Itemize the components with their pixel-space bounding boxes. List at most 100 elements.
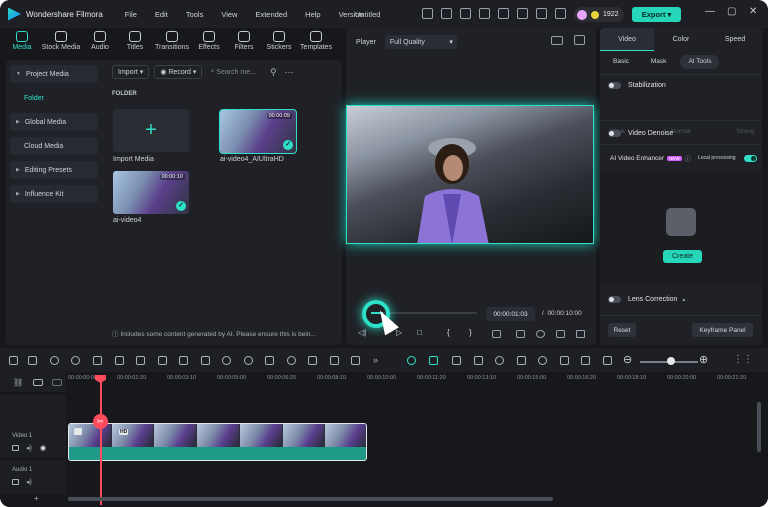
text-icon[interactable] [158, 356, 167, 365]
export-clip-icon[interactable] [603, 356, 612, 365]
tool-audio[interactable]: Audio [84, 28, 116, 58]
device-icon[interactable] [460, 8, 471, 19]
record-icon[interactable] [179, 356, 188, 365]
ai-cutout-icon[interactable] [308, 356, 317, 365]
tool-templates[interactable]: Templates [298, 28, 334, 58]
quality-dropdown[interactable]: Full Quality ▾ [384, 35, 457, 49]
stop-button[interactable]: □ [417, 328, 422, 337]
select-tool-icon[interactable] [28, 356, 37, 365]
credits-badge[interactable]: 1922 [574, 7, 624, 22]
timeline-horizontal-scrollbar[interactable] [68, 497, 553, 501]
link-icon[interactable]: ⛓ [13, 378, 23, 387]
prev-frame-button[interactable]: ◁| [358, 328, 366, 337]
display-icon[interactable] [492, 330, 501, 338]
support-icon[interactable] [536, 8, 547, 19]
media-clip-original[interactable]: 00:00:10 ✓ [113, 171, 189, 214]
camera-icon[interactable] [536, 330, 545, 338]
eye-icon[interactable]: ◉ [40, 444, 46, 452]
filter-icon[interactable]: ⚲ [270, 67, 277, 78]
subtab-ai-tools[interactable]: AI Tools [680, 55, 720, 69]
speed-icon[interactable] [222, 356, 231, 365]
mark-in-button[interactable]: { [447, 328, 450, 337]
fullscreen-icon[interactable] [576, 330, 585, 338]
subtab-mask[interactable]: Mask [643, 55, 675, 69]
shield-icon[interactable] [517, 356, 526, 365]
play-button[interactable]: ▷ [396, 328, 402, 337]
maximize-button[interactable]: ▢ [727, 6, 736, 17]
tool-filters[interactable]: Filters [228, 28, 260, 58]
local-processing-toggle[interactable] [744, 155, 757, 162]
audio-adjust-icon[interactable] [265, 356, 274, 365]
snap-icon[interactable] [429, 356, 438, 365]
stabilization-toggle[interactable] [608, 82, 621, 89]
media-search[interactable]: ⌕ Search me... [210, 68, 256, 76]
folder-icon[interactable] [12, 445, 19, 451]
download-icon[interactable] [517, 8, 528, 19]
video-preview[interactable] [346, 105, 594, 244]
lens-correction-toggle[interactable] [608, 296, 621, 303]
tab-color[interactable]: Color [654, 28, 708, 51]
video-denoise-toggle[interactable] [608, 130, 621, 137]
timeline-ruler[interactable]: 00:00:00:00 00:00:01:20 00:00:03:10 00:0… [68, 375, 758, 389]
tab-video[interactable]: Video [600, 28, 654, 51]
mask-icon[interactable] [330, 356, 339, 365]
crop-icon[interactable] [136, 356, 145, 365]
sidebar-item-influence-kit[interactable]: ▶ Influence Kit [10, 185, 98, 203]
menu-view[interactable]: View [221, 10, 237, 19]
speaker-icon[interactable]: ◂) [26, 478, 32, 486]
create-button[interactable]: Create [663, 250, 702, 263]
timeline-vertical-scrollbar[interactable] [757, 402, 761, 452]
zoom-in-icon[interactable]: ⊕ [699, 353, 708, 366]
layout-icon[interactable] [9, 356, 18, 365]
beat-icon[interactable] [495, 356, 504, 365]
split-icon[interactable] [115, 356, 124, 365]
timeline-playhead[interactable] [100, 375, 102, 505]
tool-transitions[interactable]: Transitions [154, 28, 190, 58]
undo-icon[interactable] [50, 356, 59, 365]
tool-titles[interactable]: Titles [119, 28, 151, 58]
more-icon[interactable]: ⋯ [285, 67, 294, 78]
subtab-basic[interactable]: Basic [605, 55, 637, 69]
close-button[interactable]: ✕ [749, 6, 757, 17]
delete-icon[interactable] [93, 356, 102, 365]
tool-media[interactable]: Media [6, 28, 38, 58]
minimize-button[interactable]: — [705, 6, 715, 17]
cloud-icon[interactable] [498, 8, 509, 19]
export-button[interactable]: Export ▾ [632, 7, 681, 22]
monitor-icon[interactable] [479, 8, 490, 19]
snapshot-icon[interactable] [574, 35, 585, 45]
keyframe-panel-button[interactable]: Keyframe Panel [692, 323, 753, 337]
mark-out-button[interactable]: } [469, 328, 472, 337]
import-media-tile[interactable]: + [113, 109, 189, 152]
marker-icon[interactable] [452, 356, 461, 365]
record-dropdown[interactable]: ◉ Record ▾ [154, 65, 203, 79]
color-icon[interactable] [244, 356, 253, 365]
sidebar-item-project-media[interactable]: ▼ Project Media [10, 65, 98, 83]
grid-icon[interactable] [555, 8, 566, 19]
add-track-icon[interactable] [33, 379, 43, 386]
sidebar-item-folder[interactable]: Folder [10, 89, 98, 107]
compare-icon[interactable] [551, 36, 563, 45]
sidebar-item-global-media[interactable]: ▶ Global Media [10, 113, 98, 131]
volume-icon[interactable] [556, 330, 565, 338]
menu-tools[interactable]: Tools [186, 10, 204, 19]
redo-icon[interactable] [71, 356, 80, 365]
microphone-icon[interactable] [538, 356, 547, 365]
speaker-icon[interactable]: ◂) [26, 444, 32, 452]
shape-icon[interactable] [201, 356, 210, 365]
tool-effects[interactable]: Effects [193, 28, 225, 58]
tab-speed[interactable]: Speed [708, 28, 762, 51]
add-track-plus-icon[interactable]: + [34, 494, 39, 503]
voiceover-icon[interactable] [560, 356, 569, 365]
send-icon[interactable] [441, 8, 452, 19]
keyframe-icon[interactable] [351, 356, 360, 365]
menu-extended[interactable]: Extended [255, 10, 287, 19]
sidebar-item-editing-presets[interactable]: ▶ Editing Presets [10, 161, 98, 179]
folder-icon[interactable] [12, 479, 19, 485]
menu-help[interactable]: Help [305, 10, 320, 19]
menu-edit[interactable]: Edit [155, 10, 168, 19]
zoom-out-icon[interactable]: ⊖ [623, 353, 632, 366]
render-icon[interactable] [516, 330, 525, 338]
import-dropdown[interactable]: Import ▾ [112, 65, 150, 79]
sidebar-item-cloud-media[interactable]: Cloud Media [10, 137, 98, 155]
